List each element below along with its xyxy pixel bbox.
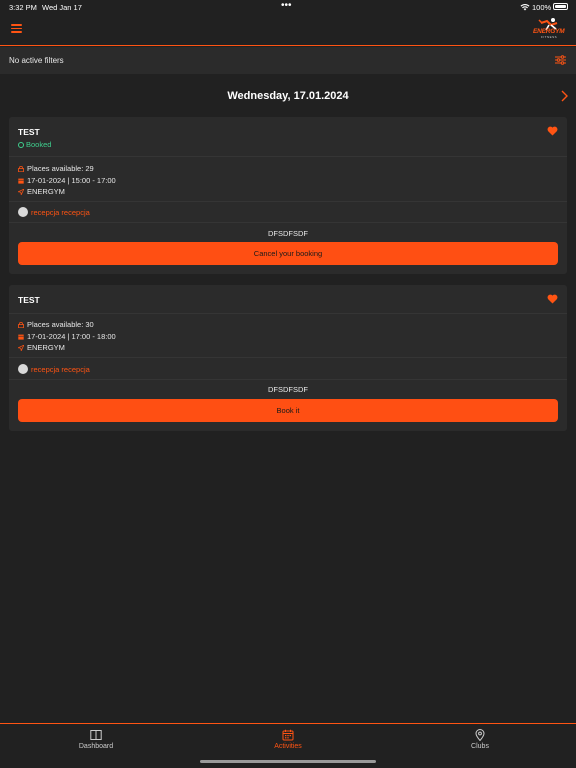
datetime-line: 17-01-2024 | 17:00 - 18:00 [18, 332, 116, 341]
location-pin-icon [475, 729, 485, 741]
activity-datetime: 17-01-2024 | 17:00 - 18:00 [27, 332, 116, 341]
status-date: Wed Jan 17 [42, 3, 82, 12]
activity-title: TEST [18, 127, 40, 137]
activity-description: DFSDFSDF [268, 229, 308, 238]
filter-bar: No active filters [0, 47, 576, 74]
cancel-booking-button[interactable]: Cancel your booking [18, 242, 558, 265]
activity-card[interactable]: TEST Places available: 30 17-01-2024 | 1… [9, 285, 567, 431]
battery-icon [553, 3, 568, 10]
heart-icon[interactable] [547, 126, 558, 136]
tab-activities-label: Activities [274, 743, 302, 750]
energym-logo: ENERGYM FITNESS [531, 17, 567, 41]
tab-clubs[interactable]: Clubs [430, 729, 530, 750]
home-indicator[interactable] [200, 760, 376, 763]
trainer-name: recepcja recepcja [31, 365, 90, 374]
logo-text: ENERGYM [533, 28, 565, 35]
lock-icon [18, 166, 24, 172]
activity-datetime: 17-01-2024 | 15:00 - 17:00 [27, 176, 116, 185]
lock-icon [18, 322, 24, 328]
activity-card[interactable]: TEST Booked Places available: 29 17-01-2… [9, 117, 567, 274]
divider [9, 357, 567, 358]
filter-sliders-icon[interactable] [555, 55, 566, 65]
divider [9, 379, 567, 380]
date-navigation: Wednesday, 17.01.2024 [0, 86, 576, 106]
places-line: Places available: 30 [18, 320, 94, 329]
avatar [18, 364, 28, 374]
book-it-button[interactable]: Book it [18, 399, 558, 422]
check-circle-icon [18, 142, 24, 148]
divider [9, 222, 567, 223]
calendar-small-icon [18, 334, 24, 340]
heart-icon[interactable] [547, 294, 558, 304]
calendar-icon [282, 729, 294, 741]
navigation-arrow-icon [18, 345, 24, 351]
tab-activities[interactable]: Activities [238, 729, 338, 750]
trainer-link[interactable]: recepcja recepcja [18, 207, 90, 217]
wifi-icon [520, 4, 530, 11]
chevron-right-icon[interactable] [560, 90, 568, 102]
activity-location: ENERGYM [27, 187, 65, 196]
divider [9, 156, 567, 157]
book-icon [90, 730, 102, 740]
divider [9, 201, 567, 202]
trainer-link[interactable]: recepcja recepcja [18, 364, 90, 374]
tab-dashboard[interactable]: Dashboard [46, 729, 146, 750]
activity-location: ENERGYM [27, 343, 65, 352]
location-line: ENERGYM [18, 343, 65, 352]
menu-icon[interactable] [11, 24, 22, 33]
booked-status: Booked [18, 140, 51, 149]
datetime-line: 17-01-2024 | 15:00 - 17:00 [18, 176, 116, 185]
trainer-name: recepcja recepcja [31, 208, 90, 217]
tab-clubs-label: Clubs [471, 743, 489, 750]
logo-subtext: FITNESS [541, 35, 558, 39]
avatar [18, 207, 28, 217]
tab-dashboard-label: Dashboard [78, 743, 114, 750]
navigation-arrow-icon [18, 189, 24, 195]
divider [9, 313, 567, 314]
selected-date: Wednesday, 17.01.2024 [227, 90, 349, 102]
places-available: Places available: 29 [27, 164, 94, 173]
activity-description: DFSDFSDF [268, 385, 308, 394]
activity-title: TEST [18, 295, 40, 305]
location-line: ENERGYM [18, 187, 65, 196]
multitasking-dots-icon[interactable]: ••• [281, 1, 292, 11]
battery-percent: 100% [532, 3, 552, 12]
app-header: ENERGYM FITNESS [0, 14, 576, 46]
places-line: Places available: 29 [18, 164, 94, 173]
booked-label: Booked [26, 140, 52, 149]
places-available: Places available: 30 [27, 320, 94, 329]
calendar-small-icon [18, 178, 24, 184]
filter-status-label: No active filters [9, 56, 64, 65]
status-time: 3:32 PM [9, 3, 37, 12]
status-bar: 3:32 PM Wed Jan 17 ••• 100% [0, 0, 576, 14]
